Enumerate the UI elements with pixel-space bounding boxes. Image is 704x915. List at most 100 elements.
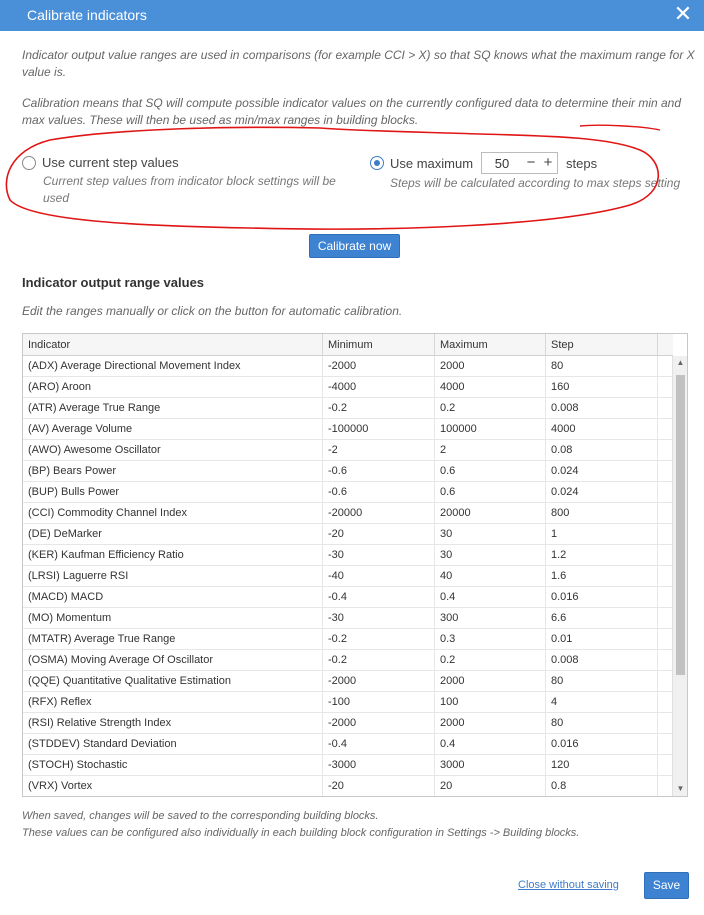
table-row[interactable]: (LRSI) Laguerre RSI -40 40 1.6 — [23, 566, 673, 587]
cell-maximum[interactable]: 20 — [435, 776, 546, 796]
cell-indicator[interactable]: (ADX) Average Directional Movement Index — [23, 356, 323, 377]
table-row[interactable]: (KER) Kaufman Efficiency Ratio -30 30 1.2 — [23, 545, 673, 566]
cell-step[interactable]: 80 — [546, 713, 658, 734]
cell-maximum[interactable]: 30 — [435, 545, 546, 566]
table-row[interactable]: (ATR) Average True Range -0.2 0.2 0.008 — [23, 398, 673, 419]
cell-maximum[interactable]: 3000 — [435, 755, 546, 776]
cell-indicator[interactable]: (VRX) Vortex — [23, 776, 323, 796]
current-step-radio[interactable] — [22, 156, 36, 170]
cell-step[interactable]: 0.024 — [546, 461, 658, 482]
cell-minimum[interactable]: -0.6 — [323, 482, 435, 503]
table-row[interactable]: (DE) DeMarker -20 30 1 — [23, 524, 673, 545]
cell-indicator[interactable]: (STOCH) Stochastic — [23, 755, 323, 776]
cell-step[interactable]: 0.016 — [546, 734, 658, 755]
cell-indicator[interactable]: (MACD) MACD — [23, 587, 323, 608]
cell-maximum[interactable]: 4000 — [435, 377, 546, 398]
cell-minimum[interactable]: -100000 — [323, 419, 435, 440]
cell-maximum[interactable]: 0.2 — [435, 650, 546, 671]
cell-maximum[interactable]: 0.6 — [435, 482, 546, 503]
cell-minimum[interactable]: -2000 — [323, 713, 435, 734]
cell-step[interactable]: 0.008 — [546, 398, 658, 419]
cell-minimum[interactable]: -100 — [323, 692, 435, 713]
table-row[interactable]: (QQE) Quantitative Qualitative Estimatio… — [23, 671, 673, 692]
cell-minimum[interactable]: -40 — [323, 566, 435, 587]
cell-maximum[interactable]: 2 — [435, 440, 546, 461]
cell-minimum[interactable]: -30 — [323, 608, 435, 629]
table-row[interactable]: (VRX) Vortex -20 20 0.8 — [23, 776, 673, 796]
cell-maximum[interactable]: 0.4 — [435, 587, 546, 608]
cell-minimum[interactable]: -20 — [323, 524, 435, 545]
table-row[interactable]: (STDDEV) Standard Deviation -0.4 0.4 0.016 — [23, 734, 673, 755]
save-button[interactable]: Save — [644, 872, 689, 899]
cell-indicator[interactable]: (AWO) Awesome Oscillator — [23, 440, 323, 461]
table-row[interactable]: (RFX) Reflex -100 100 4 — [23, 692, 673, 713]
table-row[interactable]: (BUP) Bulls Power -0.6 0.6 0.024 — [23, 482, 673, 503]
cell-maximum[interactable]: 100 — [435, 692, 546, 713]
cell-minimum[interactable]: -30 — [323, 545, 435, 566]
cell-minimum[interactable]: -2 — [323, 440, 435, 461]
cell-maximum[interactable]: 0.6 — [435, 461, 546, 482]
cell-minimum[interactable]: -20000 — [323, 503, 435, 524]
use-maximum-radio[interactable] — [370, 156, 384, 170]
cell-minimum[interactable]: -20 — [323, 776, 435, 796]
cell-minimum[interactable]: -0.2 — [323, 629, 435, 650]
cell-maximum[interactable]: 0.3 — [435, 629, 546, 650]
scroll-thumb[interactable] — [676, 375, 685, 675]
table-row[interactable]: (CCI) Commodity Channel Index -20000 20000… — [23, 503, 673, 524]
cell-indicator[interactable]: (RFX) Reflex — [23, 692, 323, 713]
cell-indicator[interactable]: (QQE) Quantitative Qualitative Estimatio… — [23, 671, 323, 692]
column-header-step[interactable]: Step — [546, 334, 658, 356]
column-header-maximum[interactable]: Maximum — [435, 334, 546, 356]
decrement-icon[interactable]: − — [522, 153, 540, 173]
cell-step[interactable]: 120 — [546, 755, 658, 776]
cell-minimum[interactable]: -0.2 — [323, 398, 435, 419]
cell-step[interactable]: 4000 — [546, 419, 658, 440]
cell-minimum[interactable]: -0.6 — [323, 461, 435, 482]
close-icon[interactable]: ✕ — [672, 3, 694, 25]
cell-indicator[interactable]: (MTATR) Average True Range — [23, 629, 323, 650]
table-row[interactable]: (RSI) Relative Strength Index -2000 2000 80 — [23, 713, 673, 734]
cell-step[interactable]: 4 — [546, 692, 658, 713]
cell-maximum[interactable]: 0.4 — [435, 734, 546, 755]
cell-indicator[interactable]: (KER) Kaufman Efficiency Ratio — [23, 545, 323, 566]
cell-step[interactable]: 160 — [546, 377, 658, 398]
cell-maximum[interactable]: 2000 — [435, 356, 546, 377]
calibrate-now-button[interactable]: Calibrate now — [309, 234, 400, 258]
close-without-saving-link[interactable]: Close without saving — [518, 879, 619, 891]
cell-maximum[interactable]: 2000 — [435, 713, 546, 734]
table-row[interactable]: (MO) Momentum -30 300 6.6 — [23, 608, 673, 629]
cell-minimum[interactable]: -4000 — [323, 377, 435, 398]
cell-indicator[interactable]: (DE) DeMarker — [23, 524, 323, 545]
cell-minimum[interactable]: -0.2 — [323, 650, 435, 671]
table-row[interactable]: (STOCH) Stochastic -3000 3000 120 — [23, 755, 673, 776]
table-row[interactable]: (BP) Bears Power -0.6 0.6 0.024 — [23, 461, 673, 482]
cell-step[interactable]: 0.016 — [546, 587, 658, 608]
cell-maximum[interactable]: 2000 — [435, 671, 546, 692]
cell-indicator[interactable]: (BP) Bears Power — [23, 461, 323, 482]
cell-indicator[interactable]: (STDDEV) Standard Deviation — [23, 734, 323, 755]
scroll-up-icon[interactable]: ▲ — [673, 356, 687, 370]
cell-indicator[interactable]: (AV) Average Volume — [23, 419, 323, 440]
cell-maximum[interactable]: 100000 — [435, 419, 546, 440]
cell-minimum[interactable]: -2000 — [323, 671, 435, 692]
cell-maximum[interactable]: 300 — [435, 608, 546, 629]
cell-indicator[interactable]: (RSI) Relative Strength Index — [23, 713, 323, 734]
cell-step[interactable]: 80 — [546, 671, 658, 692]
increment-icon[interactable]: + — [539, 153, 557, 173]
table-row[interactable]: (MTATR) Average True Range -0.2 0.3 0.01 — [23, 629, 673, 650]
table-row[interactable]: (ADX) Average Directional Movement Index… — [23, 356, 673, 377]
cell-step[interactable]: 6.6 — [546, 608, 658, 629]
current-step-label[interactable]: Use current step values — [42, 155, 179, 170]
cell-indicator[interactable]: (ATR) Average True Range — [23, 398, 323, 419]
cell-minimum[interactable]: -0.4 — [323, 587, 435, 608]
cell-indicator[interactable]: (BUP) Bulls Power — [23, 482, 323, 503]
cell-step[interactable]: 1.2 — [546, 545, 658, 566]
cell-step[interactable]: 80 — [546, 356, 658, 377]
table-row[interactable]: (AV) Average Volume -100000 100000 4000 — [23, 419, 673, 440]
cell-step[interactable]: 0.024 — [546, 482, 658, 503]
table-row[interactable]: (OSMA) Moving Average Of Oscillator -0.2 0… — [23, 650, 673, 671]
use-maximum-label[interactable]: Use maximum — [390, 156, 473, 171]
table-row[interactable]: (AWO) Awesome Oscillator -2 2 0.08 — [23, 440, 673, 461]
cell-minimum[interactable]: -0.4 — [323, 734, 435, 755]
cell-maximum[interactable]: 20000 — [435, 503, 546, 524]
